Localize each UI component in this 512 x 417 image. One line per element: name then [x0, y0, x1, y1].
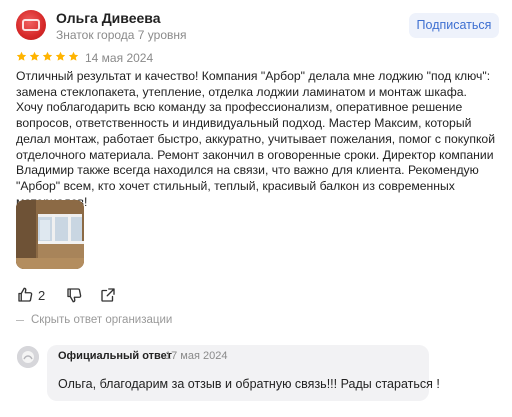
hide-org-reply-label: Скрыть ответ организации [31, 314, 173, 326]
balcony-photo-image [16, 200, 84, 269]
review-date: 14 мая 2024 [85, 51, 154, 65]
dash-divider [16, 319, 24, 321]
star-icon [16, 51, 27, 61]
organization-logo-icon [17, 346, 39, 368]
thumbs-down-icon[interactable] [65, 286, 83, 304]
star-icon [68, 51, 79, 61]
author-level: Знаток города 7 уровня [56, 28, 187, 42]
star-icon [42, 51, 53, 61]
official-reply-label: Официальный ответ [58, 350, 173, 362]
review-actions: 2 [16, 286, 117, 304]
star-icon [55, 51, 66, 61]
star-icon [29, 51, 40, 61]
thumbs-up-icon[interactable] [16, 286, 34, 304]
hide-org-reply-link[interactable]: Скрыть ответ организации [16, 314, 172, 326]
official-reply-date: 17 мая 2024 [165, 350, 228, 362]
author-avatar[interactable] [16, 10, 46, 40]
organization-avatar[interactable] [17, 346, 39, 368]
like-count: 2 [38, 287, 46, 303]
review-photo[interactable] [16, 200, 84, 269]
subscribe-button[interactable]: Подписаться [409, 13, 499, 38]
review-text: Отличный результат и качество! Компания … [16, 69, 496, 209]
share-icon[interactable] [99, 286, 117, 304]
official-reply-text: Ольга, благодарим за отзыв и обратную св… [58, 377, 440, 391]
rating-stars [16, 51, 79, 62]
avatar-emblem-icon [22, 19, 40, 31]
author-name[interactable]: Ольга Дивеева [56, 10, 161, 26]
